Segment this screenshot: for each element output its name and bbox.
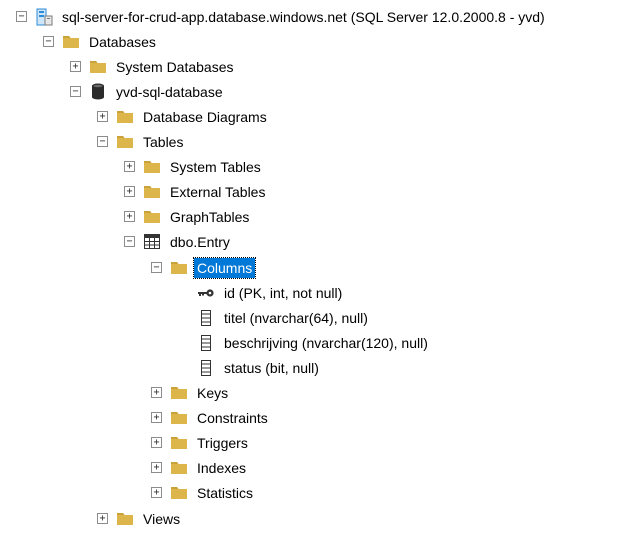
- object-explorer-tree: − sql-server-for-crud-app.database.window…: [0, 0, 629, 537]
- expand-icon[interactable]: +: [151, 387, 162, 398]
- expand-icon[interactable]: +: [70, 61, 81, 72]
- tree-node-label[interactable]: Views: [140, 509, 183, 529]
- tree-node-col-id[interactable]: id (PK, int, not null): [178, 280, 345, 305]
- folder-icon: [143, 209, 161, 225]
- tree-node-server[interactable]: − sql-server-for-crud-app.database.window…: [16, 4, 548, 29]
- tree-node-label[interactable]: GraphTables: [167, 207, 252, 227]
- tree-node-constraints[interactable]: + Constraints: [151, 405, 271, 430]
- tree-node-system-databases[interactable]: + System Databases: [70, 54, 237, 79]
- folder-icon: [170, 435, 188, 451]
- column-icon: [197, 359, 215, 376]
- expand-icon[interactable]: +: [97, 111, 108, 122]
- tree-node-label[interactable]: Columns: [192, 256, 257, 279]
- folder-icon: [170, 410, 188, 426]
- collapse-icon[interactable]: −: [16, 11, 27, 22]
- column-icon: [197, 309, 215, 326]
- expand-icon[interactable]: +: [151, 487, 162, 498]
- collapse-icon[interactable]: −: [97, 136, 108, 147]
- tree-node-databases[interactable]: − Databases: [43, 29, 159, 54]
- database-icon: [89, 83, 107, 100]
- tree-node-label[interactable]: yvd-sql-database: [113, 82, 226, 102]
- tree-node-tables[interactable]: − Tables: [97, 129, 186, 154]
- tree-node-system-tables[interactable]: + System Tables: [124, 154, 264, 179]
- tree-node-triggers[interactable]: + Triggers: [151, 430, 251, 455]
- expand-icon[interactable]: +: [151, 437, 162, 448]
- server-icon: [35, 8, 53, 25]
- collapse-icon[interactable]: −: [43, 36, 54, 47]
- folder-icon: [170, 385, 188, 401]
- tree-node-indexes[interactable]: + Indexes: [151, 455, 249, 480]
- tree-node-label[interactable]: Database Diagrams: [140, 107, 270, 127]
- tree-node-col-beschrijving[interactable]: beschrijving (nvarchar(120), null): [178, 330, 431, 355]
- tree-node-label[interactable]: dbo.Entry: [167, 232, 233, 252]
- tree-node-label[interactable]: Databases: [86, 32, 159, 52]
- tree-node-label[interactable]: status (bit, null): [221, 358, 322, 378]
- tree-node-label[interactable]: Statistics: [194, 483, 256, 503]
- tree-node-col-titel[interactable]: titel (nvarchar(64), null): [178, 305, 371, 330]
- collapse-icon[interactable]: −: [70, 86, 81, 97]
- tree-node-label[interactable]: beschrijving (nvarchar(120), null): [221, 333, 431, 353]
- tree-node-label[interactable]: System Tables: [167, 157, 264, 177]
- collapse-icon[interactable]: −: [151, 262, 162, 273]
- tree-node-graph-tables[interactable]: + GraphTables: [124, 204, 252, 229]
- tree-node-label[interactable]: sql-server-for-crud-app.database.windows…: [59, 7, 548, 27]
- folder-icon: [143, 184, 161, 200]
- tree-node-label[interactable]: titel (nvarchar(64), null): [221, 308, 371, 328]
- tree-node-label[interactable]: External Tables: [167, 182, 268, 202]
- tree-node-views[interactable]: + Views: [97, 506, 183, 531]
- tree-node-database-diagrams[interactable]: + Database Diagrams: [97, 104, 270, 129]
- key-icon: [197, 285, 215, 301]
- tree-node-keys[interactable]: + Keys: [151, 380, 231, 405]
- tree-node-label[interactable]: Triggers: [194, 433, 251, 453]
- tree-node-label[interactable]: Keys: [194, 383, 231, 403]
- folder-icon: [116, 109, 134, 125]
- expand-icon[interactable]: +: [124, 161, 135, 172]
- expand-icon[interactable]: +: [151, 412, 162, 423]
- tree-node-label[interactable]: Constraints: [194, 408, 271, 428]
- expand-icon[interactable]: +: [151, 462, 162, 473]
- expand-icon[interactable]: +: [124, 211, 135, 222]
- tree-node-label[interactable]: id (PK, int, not null): [221, 283, 345, 303]
- table-icon: [143, 234, 161, 250]
- folder-icon: [89, 59, 107, 75]
- expand-icon[interactable]: +: [124, 186, 135, 197]
- tree-node-columns[interactable]: − Columns: [151, 255, 257, 280]
- folder-icon: [143, 159, 161, 175]
- folder-icon: [116, 134, 134, 150]
- tree-node-yvd-sql-database[interactable]: − yvd-sql-database: [70, 79, 226, 104]
- folder-icon: [116, 511, 134, 527]
- tree-node-col-status[interactable]: status (bit, null): [178, 355, 322, 380]
- tree-node-external-tables[interactable]: + External Tables: [124, 179, 268, 204]
- expand-icon[interactable]: +: [97, 513, 108, 524]
- collapse-icon[interactable]: −: [124, 236, 135, 247]
- tree-node-label[interactable]: Tables: [140, 132, 186, 152]
- folder-icon: [170, 485, 188, 501]
- column-icon: [197, 334, 215, 351]
- tree-node-statistics[interactable]: + Statistics: [151, 480, 256, 505]
- tree-node-label[interactable]: Indexes: [194, 458, 249, 478]
- tree-node-dbo-entry[interactable]: − dbo.Entry: [124, 229, 233, 254]
- folder-icon: [170, 260, 188, 276]
- folder-icon: [170, 460, 188, 476]
- tree-node-label[interactable]: System Databases: [113, 57, 237, 77]
- folder-icon: [62, 34, 80, 50]
